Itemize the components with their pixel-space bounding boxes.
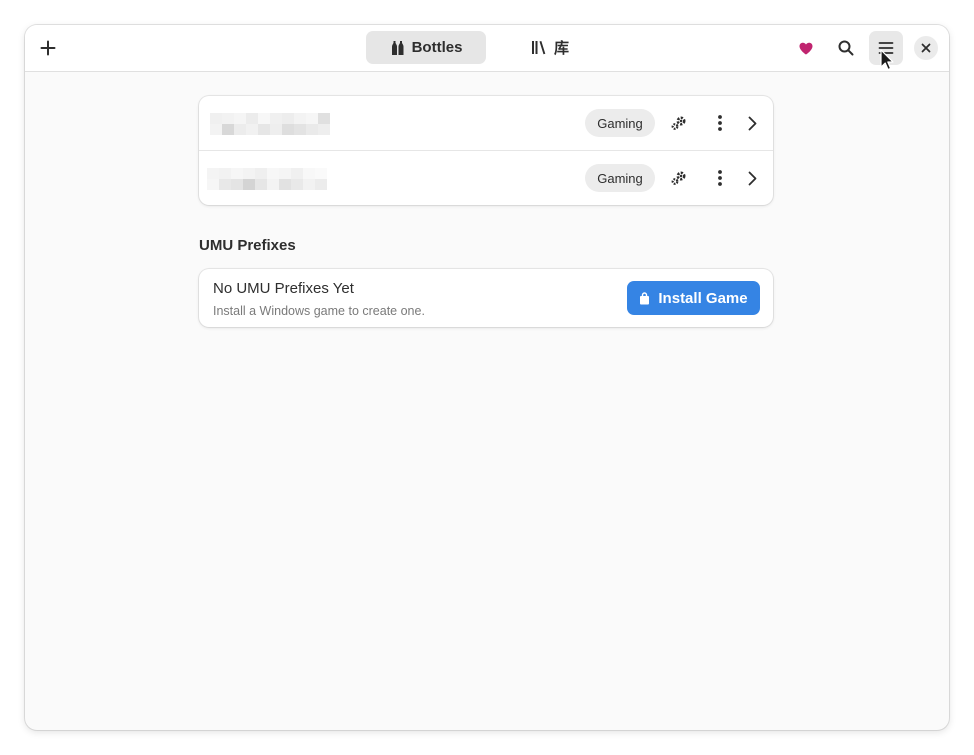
umu-empty-subtitle: Install a Windows game to create one.	[213, 304, 425, 318]
umu-empty-card: No UMU Prefixes Yet Install a Windows ga…	[199, 269, 773, 327]
umu-section-title: UMU Prefixes	[199, 237, 296, 254]
view-switcher: Bottles 库	[366, 31, 610, 64]
install-game-button[interactable]: Install Game	[627, 281, 760, 315]
bottle-name-redacted	[210, 113, 330, 135]
tab-bottles-label: Bottles	[411, 39, 463, 56]
tab-library[interactable]: 库	[490, 31, 610, 64]
search-button[interactable]	[829, 31, 863, 65]
bottles-list: Gaming Gaming	[199, 96, 773, 205]
bottle-settings-button[interactable]	[665, 109, 693, 137]
bottle-more-button[interactable]	[706, 164, 734, 192]
close-window-button[interactable]	[914, 36, 938, 60]
bottle-row[interactable]: Gaming	[199, 150, 773, 205]
app-window: Bottles 库 Gaming Gaming UMU Prefixes No …	[25, 25, 949, 730]
bottle-more-button[interactable]	[706, 109, 734, 137]
bottle-row[interactable]: Gaming	[199, 96, 773, 150]
heart-icon	[799, 42, 813, 54]
vertical-ellipsis-icon	[718, 115, 722, 131]
gears-icon	[671, 116, 686, 130]
umu-empty-title: No UMU Prefixes Yet	[213, 280, 354, 297]
header-bar: Bottles 库	[25, 25, 949, 72]
bottle-tag: Gaming	[585, 164, 655, 192]
mouse-cursor-icon	[880, 49, 894, 71]
vertical-ellipsis-icon	[718, 170, 722, 186]
shopping-bag-icon	[640, 291, 650, 304]
bottle-name-redacted	[207, 168, 327, 190]
gears-icon	[671, 171, 686, 185]
library-icon	[531, 41, 546, 55]
tab-library-label: 库	[553, 40, 569, 57]
plus-icon	[40, 40, 56, 56]
chevron-right-icon	[748, 171, 756, 185]
donate-button[interactable]	[789, 31, 823, 65]
install-game-label: Install Game	[658, 289, 748, 307]
bottle-settings-button[interactable]	[665, 164, 693, 192]
bottles-icon	[391, 40, 404, 55]
bottle-open-button[interactable]	[738, 164, 766, 192]
bottle-tag: Gaming	[585, 109, 655, 137]
chevron-right-icon	[748, 116, 756, 130]
add-bottle-button[interactable]	[31, 31, 65, 65]
close-icon	[921, 43, 931, 53]
tab-bottles[interactable]: Bottles	[366, 31, 486, 64]
search-icon	[838, 40, 854, 56]
bottle-open-button[interactable]	[738, 109, 766, 137]
